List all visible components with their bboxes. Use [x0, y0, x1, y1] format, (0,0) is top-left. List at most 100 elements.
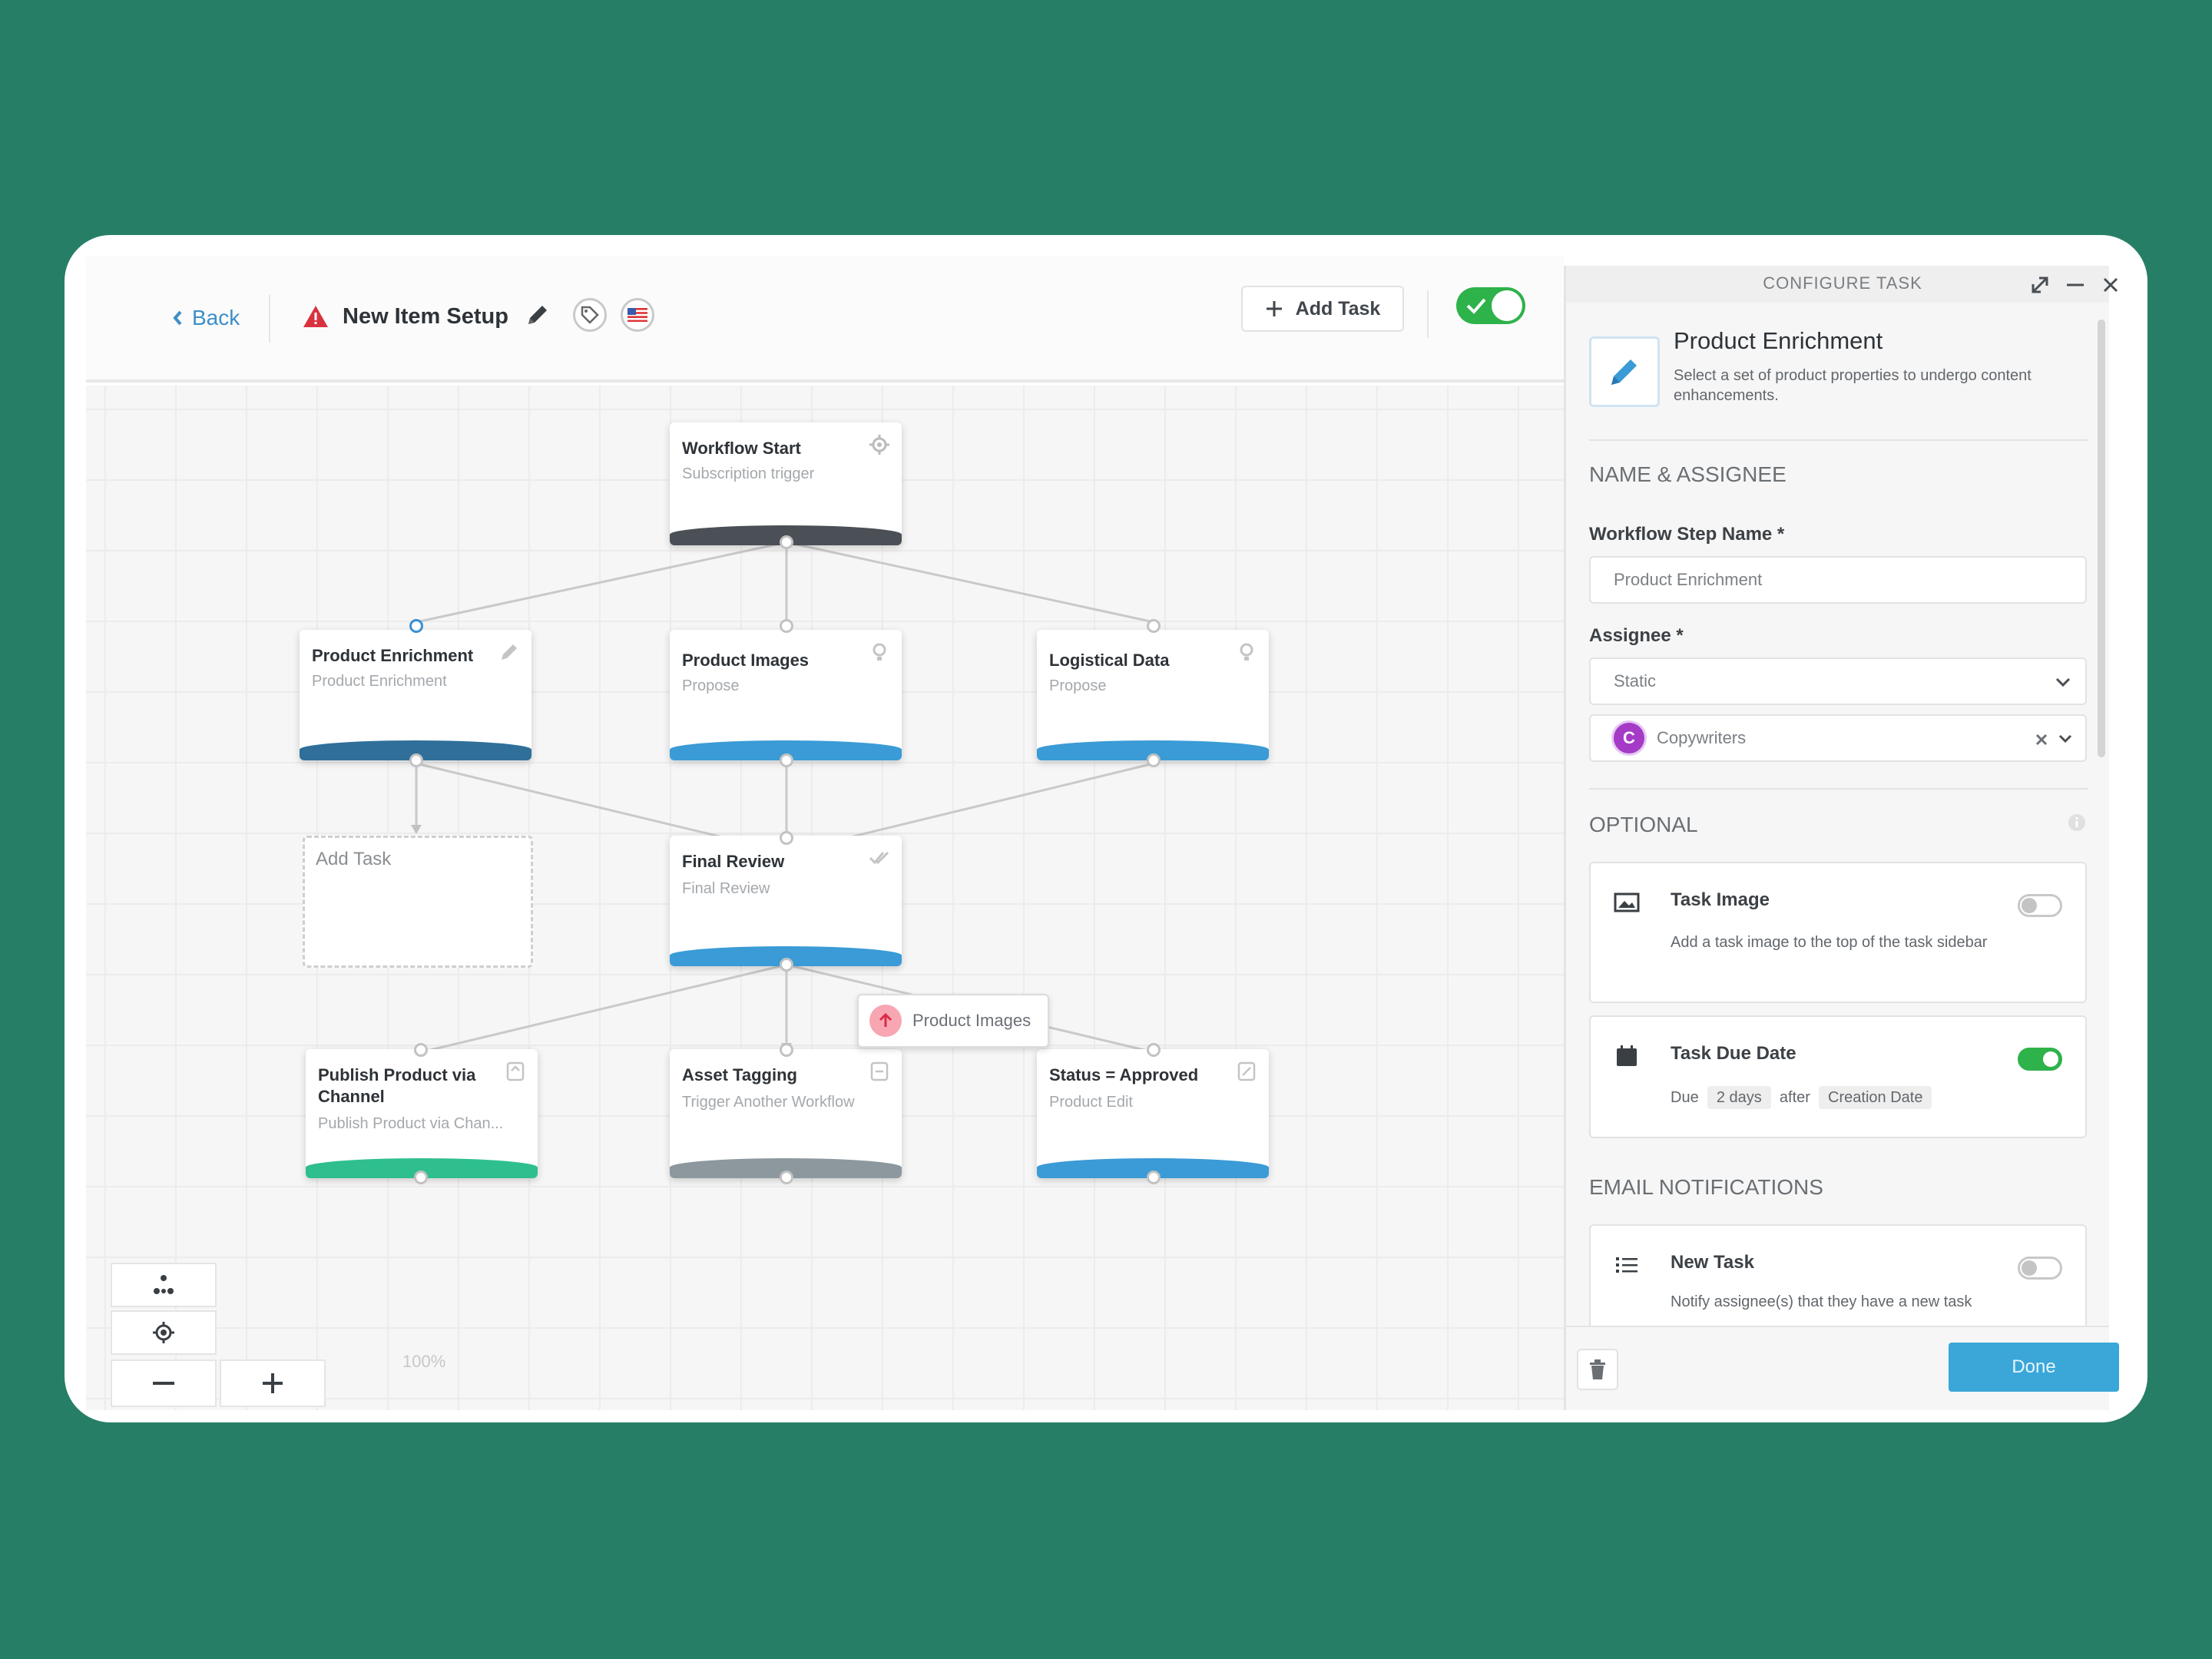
task-type-badge — [1589, 336, 1660, 407]
node-status-approved[interactable]: Status = Approved Product Edit — [1037, 1049, 1269, 1178]
minimize-icon[interactable] — [2062, 272, 2088, 298]
tooltip-label: Product Images — [912, 1011, 1031, 1030]
assignee-type-select[interactable]: Static — [1589, 657, 2087, 705]
locale-button[interactable] — [621, 298, 654, 332]
section-optional: OPTIONAL — [1589, 813, 1698, 836]
configure-task-panel: CONFIGURE TASK Product Enrichment Select… — [1564, 266, 2119, 1410]
section-email-notifications: EMAIL NOTIFICATIONS — [1589, 1175, 1823, 1199]
assignee-type-value: Static — [1614, 671, 1657, 690]
workflow-active-toggle[interactable] — [1456, 287, 1525, 324]
node-asset-tagging[interactable]: Asset Tagging Trigger Another Workflow — [670, 1049, 902, 1178]
node-subtitle: Propose — [1049, 677, 1107, 694]
node-final-review[interactable]: Final Review Final Review — [670, 836, 902, 966]
edit-document-icon[interactable] — [1235, 1060, 1258, 1083]
assignee-group-value: Copywriters — [1657, 728, 1747, 747]
connector-port[interactable] — [780, 1171, 793, 1184]
node-logistical-data[interactable]: Logistical Data Propose — [1037, 630, 1269, 760]
node-workflow-start[interactable]: Workflow Start Subscription trigger — [670, 422, 902, 545]
add-task-label: Add Task — [1295, 297, 1381, 320]
divider — [1589, 788, 2088, 790]
connector-port[interactable] — [1147, 1171, 1161, 1184]
zoom-level: 100% — [402, 1352, 446, 1371]
plus-icon — [1266, 301, 1282, 316]
section-name-assignee: NAME & ASSIGNEE — [1589, 462, 1786, 486]
task-image-card: Task Image Add a task image to the top o… — [1589, 862, 2087, 1003]
panel-scrollbar[interactable] — [2098, 320, 2105, 757]
connector-port[interactable] — [780, 753, 793, 767]
recenter-button[interactable] — [111, 1310, 217, 1355]
tag-button[interactable] — [573, 298, 607, 332]
pencil-icon[interactable] — [498, 641, 521, 664]
tag-icon — [581, 306, 599, 324]
task-due-date-toggle[interactable] — [2018, 1048, 2062, 1071]
plus-icon — [263, 1373, 283, 1393]
expand-icon[interactable] — [2027, 272, 2053, 298]
new-task-toggle[interactable] — [2018, 1257, 2062, 1280]
due-reference-chip[interactable]: Creation Date — [1819, 1086, 1932, 1109]
zoom-in-button[interactable] — [220, 1359, 326, 1407]
after-label: after — [1779, 1089, 1810, 1106]
done-button[interactable]: Done — [1949, 1343, 2119, 1392]
pencil-icon[interactable] — [524, 301, 551, 329]
calendar-icon — [1617, 1045, 1637, 1066]
toggle-knob — [2022, 898, 2037, 913]
workflow-canvas[interactable]: Workflow Start Subscription trigger Prod… — [86, 386, 1564, 1410]
zoom-out-button[interactable] — [111, 1359, 217, 1407]
connector-port[interactable] — [780, 1043, 793, 1057]
assignee-group-select[interactable]: C Copywriters — [1589, 714, 2087, 762]
info-icon[interactable] — [2067, 813, 2087, 833]
due-date-rule: Due 2 days after Creation Date — [1671, 1086, 2039, 1109]
connector-port[interactable] — [414, 1043, 428, 1057]
node-title: Logistical Data — [1049, 651, 1170, 670]
connector-port[interactable] — [1147, 619, 1161, 633]
task-title: Product Enrichment — [1674, 327, 1883, 354]
workflow-title: New Item Setup — [343, 304, 508, 329]
task-description: Select a set of product properties to un… — [1674, 367, 2032, 404]
new-task-title: New Task — [1671, 1252, 1754, 1273]
step-name-input[interactable]: Product Enrichment — [1589, 556, 2087, 604]
node-title: Publish Product via Channel — [318, 1065, 476, 1106]
node-subtitle: Publish Product via Chan... — [318, 1115, 504, 1132]
node-product-enrichment[interactable]: Product Enrichment Product Enrichment — [300, 630, 531, 760]
toggle-knob — [2022, 1260, 2037, 1276]
header-divider — [1427, 290, 1429, 338]
node-subtitle: Propose — [682, 677, 740, 694]
channel-icon[interactable] — [504, 1060, 527, 1083]
add-task-placeholder[interactable]: Add Task — [303, 836, 533, 968]
connector-port[interactable] — [414, 1171, 428, 1184]
new-task-desc: Notify assignee(s) that they have a new … — [1671, 1293, 1972, 1310]
close-icon[interactable] — [2098, 272, 2124, 298]
back-button[interactable]: Back — [172, 296, 240, 339]
chevron-left-icon — [173, 310, 182, 326]
connector-port[interactable] — [780, 619, 793, 633]
add-task-button[interactable]: Add Task — [1241, 286, 1404, 332]
gear-icon[interactable] — [868, 433, 891, 456]
due-amount-chip[interactable]: 2 days — [1707, 1086, 1771, 1109]
lightbulb-icon[interactable] — [1235, 641, 1258, 664]
delete-task-button[interactable] — [1577, 1349, 1618, 1390]
clear-icon[interactable] — [2035, 733, 2048, 747]
task-due-date-card: Task Due Date Due 2 days after Creation … — [1589, 1015, 2087, 1138]
node-subtitle: Product Enrichment — [312, 673, 447, 690]
node-product-images[interactable]: Product Images Propose — [670, 630, 902, 760]
task-image-desc: Add a task image to the top of the task … — [1671, 934, 1988, 951]
connector-port[interactable] — [780, 831, 793, 845]
connector-port[interactable] — [780, 535, 793, 549]
connector-port[interactable] — [1147, 1043, 1161, 1057]
connector-port-selected[interactable] — [409, 619, 423, 633]
task-image-title: Task Image — [1671, 889, 1770, 910]
image-icon — [1614, 892, 1640, 912]
placeholder-label: Add Task — [316, 849, 392, 869]
divider — [1589, 439, 2088, 441]
node-publish-product[interactable]: Publish Product via Channel Publish Prod… — [306, 1049, 538, 1178]
double-check-icon[interactable] — [868, 846, 891, 869]
node-subtitle: Subscription trigger — [682, 465, 815, 482]
connector-port[interactable] — [1147, 753, 1161, 767]
connector-port[interactable] — [780, 958, 793, 972]
header-divider — [269, 295, 270, 343]
workflow-trigger-icon[interactable] — [868, 1060, 891, 1083]
task-image-toggle[interactable] — [2018, 894, 2062, 917]
lightbulb-icon[interactable] — [868, 641, 891, 664]
auto-layout-button[interactable] — [111, 1263, 217, 1307]
connector-port[interactable] — [409, 753, 423, 767]
